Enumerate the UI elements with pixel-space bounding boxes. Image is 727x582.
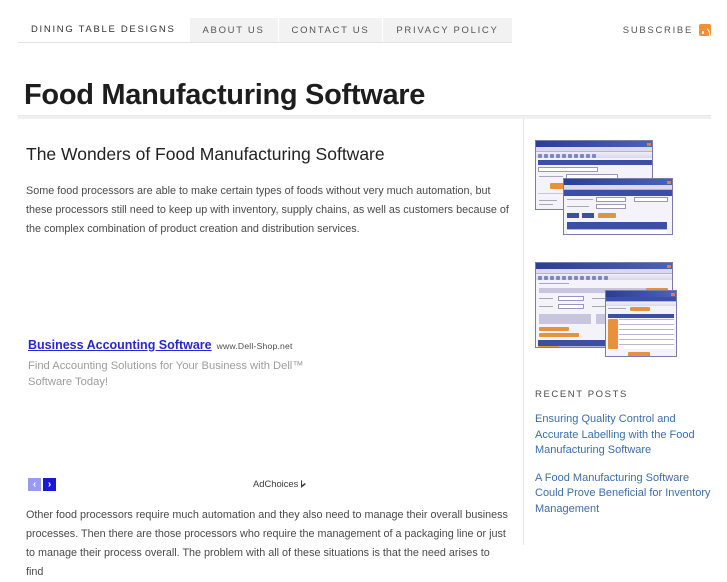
ad-headline-link[interactable]: Business Accounting Software	[28, 338, 212, 352]
ad-footer: ‹ › AdChoices	[28, 478, 328, 492]
adchoices-label: AdChoices	[253, 478, 299, 489]
page-title: Food Manufacturing Software	[24, 79, 426, 112]
thumb2-front-window	[605, 290, 677, 357]
ad-next-button[interactable]: ›	[43, 478, 56, 491]
top-navigation-bar: Dining Table Designs About Us Contact Us…	[0, 18, 727, 43]
rss-icon[interactable]	[699, 24, 711, 36]
post-paragraph-2: Other food processors require much autom…	[26, 509, 508, 578]
software-screenshot-thumbnail-2[interactable]	[535, 262, 677, 357]
ad-prev-button[interactable]: ‹	[28, 478, 41, 491]
subscribe-label: Subscribe	[622, 24, 693, 36]
subscribe-link[interactable]: Subscribe	[623, 18, 711, 42]
ad-pagination-controls: ‹ ›	[28, 478, 56, 491]
chevron-left-icon: ‹	[32, 478, 37, 490]
chevron-right-icon: ›	[47, 478, 52, 490]
sidebar: Recent Posts Ensuring Quality Control an…	[535, 140, 715, 529]
nav-item-label: Contact Us	[291, 24, 370, 36]
header-divider	[18, 115, 711, 119]
thumb1-front-body	[564, 196, 672, 234]
adchoices-triangle-icon[interactable]	[301, 479, 310, 488]
nav-item-dining-table-designs[interactable]: Dining Table Designs	[18, 18, 190, 42]
recent-posts-widget: Recent Posts Ensuring Quality Control an…	[535, 389, 715, 517]
recent-post-link[interactable]: Ensuring Quality Control and Accurate La…	[535, 412, 715, 459]
ad-heading-row: Business Accounting Software www.Dell-Sh…	[28, 338, 328, 352]
ad-display-url: www.Dell-Shop.net	[216, 341, 293, 351]
recent-posts-title: Recent Posts	[535, 389, 628, 400]
main-content: The Wonders of Food Manufacturing Softwa…	[18, 121, 518, 239]
post-title: The Wonders of Food Manufacturing Softwa…	[26, 144, 385, 164]
nav-item-privacy-policy[interactable]: Privacy Policy	[383, 18, 512, 42]
post-paragraph-1: Some food processors are able to make ce…	[26, 185, 509, 235]
software-screenshot-thumbnail-1[interactable]	[535, 140, 677, 235]
nav-item-about-us[interactable]: About Us	[189, 18, 279, 42]
advertisement-block: Business Accounting Software www.Dell-Sh…	[28, 338, 328, 491]
nav-item-label: Dining Table Designs	[31, 24, 176, 35]
ad-description: Find Accounting Solutions for Your Busin…	[28, 360, 304, 388]
nav-item-contact-us[interactable]: Contact Us	[278, 18, 384, 42]
list-item: A Food Manufacturing Software Could Prov…	[535, 471, 715, 518]
nav-item-label: Privacy Policy	[396, 24, 499, 36]
thumb1-front-window	[563, 178, 673, 235]
main-content-continued: Other food processors require much autom…	[18, 493, 518, 582]
list-item: Ensuring Quality Control and Accurate La…	[535, 412, 715, 459]
thumb2-front-body	[606, 306, 676, 356]
adchoices-link[interactable]: AdChoices	[253, 478, 310, 489]
column-divider	[523, 118, 524, 545]
nav-item-label: About Us	[202, 24, 265, 36]
recent-post-link[interactable]: A Food Manufacturing Software Could Prov…	[535, 471, 715, 518]
main-nav: Dining Table Designs About Us Contact Us…	[18, 18, 512, 43]
recent-posts-list: Ensuring Quality Control and Accurate La…	[535, 412, 715, 517]
